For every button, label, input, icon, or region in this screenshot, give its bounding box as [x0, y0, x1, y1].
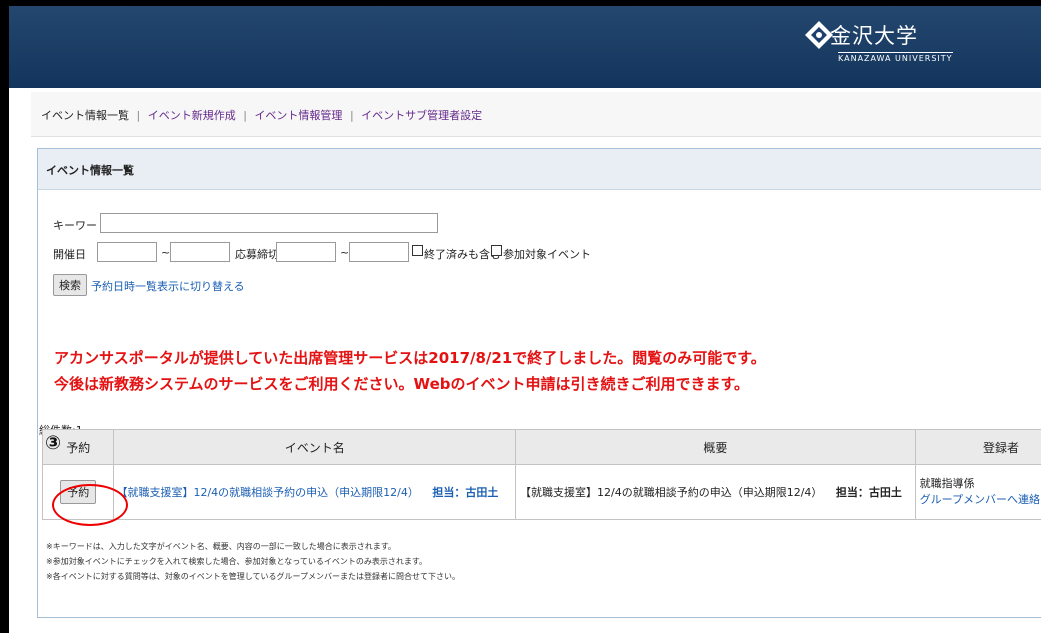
column-header-event-name: イベント名 [113, 429, 517, 465]
table-row: 予約 【就職支援室】12/4の就職相談予約の申込（申込期限12/4） 担当：古田… [41, 464, 1041, 520]
service-ended-notice: アカンサスポータルが提供していた出席管理サービスは2017/8/21で終了しまし… [54, 349, 766, 367]
target-event-label: 参加対象イベント [503, 248, 591, 261]
nav-item-new-event[interactable]: イベント新規作成 [148, 109, 236, 122]
nav-separator: | [243, 109, 247, 122]
event-person: 担当：古田土 [432, 486, 499, 499]
step-annotation: ③ [45, 432, 62, 454]
nav-item-sub-admin-settings[interactable]: イベントサブ管理者設定 [361, 109, 482, 122]
contact-group-link[interactable]: グループメンバーへ連絡 [920, 492, 1040, 508]
event-list-panel: イベント情報一覧 キーワード 開催日 ~ 応募締切 ~ 終了済みも含む 参加対象… [37, 148, 1041, 618]
page: 金沢大学 KANAZAWA UNIVERSITY イベント情報一覧 | イベント… [9, 6, 1041, 633]
deadline-to-input[interactable] [349, 242, 409, 262]
target-event-checkbox[interactable] [491, 245, 502, 256]
date-tilde: ~ [161, 246, 171, 259]
footnotes: ※キーワードは、入力した文字がイベント名、概要、内容の一部に一致した場合に表示さ… [46, 539, 460, 584]
university-logo[interactable]: 金沢大学 KANAZAWA UNIVERSITY [804, 16, 953, 76]
event-table: 予約 イベント名 概要 登録者 予約 【就職支援室】12/4の就職相談予約の申込… [41, 429, 1041, 520]
nav-menu: イベント情報一覧 | イベント新規作成 | イベント情報管理 | イベントサブ管… [31, 92, 1041, 137]
switch-view-link[interactable]: 予約日時一覧表示に切り替える [91, 278, 245, 294]
summary-person: 担当：古田土 [835, 486, 902, 499]
deadline-from-input[interactable] [276, 242, 336, 262]
header-bar: 金沢大学 KANAZAWA UNIVERSITY [9, 6, 1041, 88]
logo-text-jp: 金沢大学 [830, 24, 918, 48]
panel-title: イベント情報一覧 [46, 164, 134, 177]
event-name-link[interactable]: 【就職支援室】12/4の就職相談予約の申込（申込期限12/4） [116, 486, 418, 499]
deadline-tilde: ~ [340, 246, 350, 259]
highlight-oval [52, 484, 128, 526]
column-header-summary: 概要 [515, 429, 916, 465]
nav-separator: | [136, 109, 141, 122]
new-system-notice: 今後は新教務システムのサービスをご利用ください。Webのイベント申請は引き続きご… [54, 375, 749, 393]
nav-separator: | [349, 109, 354, 122]
summary-text: 【就職支援室】12/4の就職相談予約の申込（申込期限12/4） [520, 486, 823, 499]
registrant-name: 就職指導係 [919, 477, 975, 490]
summary-cell: 【就職支援室】12/4の就職相談予約の申込（申込期限12/4） 担当：古田土 [515, 464, 916, 520]
footnote-item: ※キーワードは、入力した文字がイベント名、概要、内容の一部に一致した場合に表示さ… [46, 542, 396, 551]
registrant-cell: 就職指導係 グループメンバーへ連絡 [914, 464, 1041, 520]
search-button[interactable]: 検索 [53, 274, 87, 296]
event-name-cell: 【就職支援室】12/4の就職相談予約の申込（申込期限12/4） 担当：古田土 [113, 464, 517, 520]
logo-text-en: KANAZAWA UNIVERSITY [838, 52, 953, 63]
include-finished-checkbox[interactable] [412, 245, 423, 256]
date-to-input[interactable] [170, 242, 230, 262]
keyword-input[interactable] [100, 213, 438, 233]
include-finished-label: 終了済みも含む [424, 248, 501, 261]
nav-item-event-list[interactable]: イベント情報一覧 [41, 109, 129, 122]
panel-title-bar: イベント情報一覧 [38, 149, 1041, 190]
date-from-input[interactable] [97, 242, 157, 262]
footnote-item: ※参加対象イベントにチェックを入れて検索した場合、参加対象となっているイベントの… [46, 557, 428, 566]
column-header-registrant: 登録者 [914, 429, 1041, 465]
deadline-label: 応募締切 [235, 248, 279, 261]
date-label: 開催日 [53, 248, 86, 261]
nav-item-event-management[interactable]: イベント情報管理 [254, 109, 342, 122]
footnote-item: ※各イベントに対する質問等は、対象のイベントを管理しているグループメンバーまたは… [46, 572, 460, 581]
